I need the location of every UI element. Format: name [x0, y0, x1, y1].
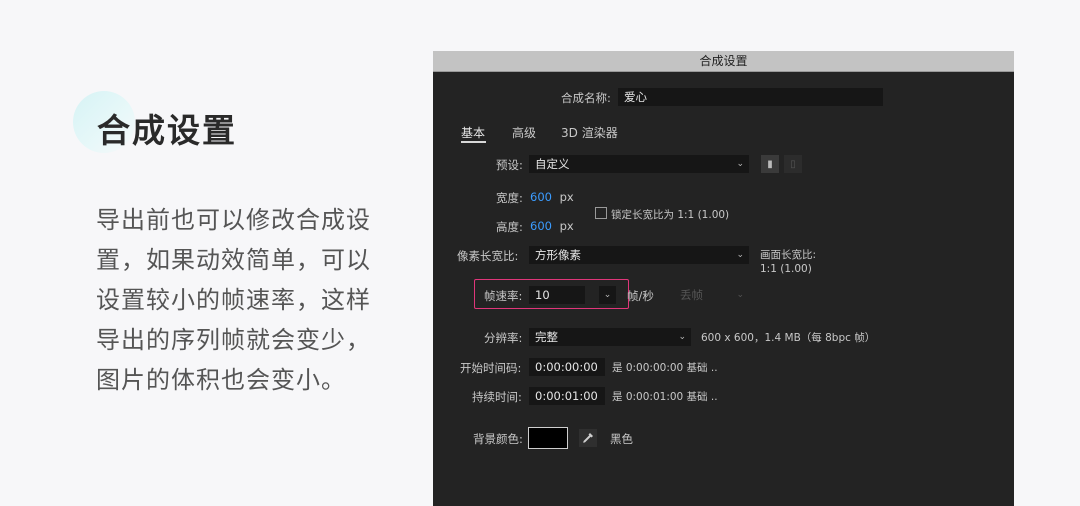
comp-name-input[interactable]: 爱心 — [618, 88, 883, 106]
height-unit: px — [559, 219, 574, 233]
lock-aspect-label: 锁定长宽比为 1:1 (1.00) — [611, 209, 730, 221]
dialog-title: 合成设置 — [433, 51, 1014, 72]
lock-aspect-checkbox[interactable] — [595, 207, 607, 219]
start-timecode-label: 开始时间码: — [460, 361, 522, 375]
duration-input[interactable]: 0:00:01:00 — [529, 387, 605, 405]
preset-label: 预设: — [496, 158, 523, 172]
bg-color-swatch[interactable] — [528, 427, 568, 449]
bg-color-name: 黑色 — [610, 432, 633, 446]
resolution-label: 分辨率: — [484, 331, 523, 345]
preset-select[interactable]: 自定义 ⌄ — [529, 155, 749, 173]
eyedropper-icon[interactable] — [579, 429, 597, 447]
chevron-down-icon: ⌄ — [736, 250, 744, 260]
composition-settings-dialog: 合成设置 合成名称: 爱心 基本 高级 3D 渲染器 预设: 自定义 ⌄ ▮ ▯… — [433, 51, 1014, 506]
chevron-down-icon: ⌄ — [678, 332, 686, 342]
height-value-group[interactable]: 600 px — [530, 219, 574, 233]
duration-label: 持续时间: — [472, 390, 522, 404]
active-tab-indicator — [461, 141, 486, 143]
width-value[interactable]: 600 — [530, 190, 552, 204]
frame-aspect-label: 画面长宽比: — [760, 249, 817, 261]
page-description: 导出前也可以修改合成设置，如果动效简单，可以设置较小的帧速率，这样导出的序列帧就… — [96, 206, 371, 394]
frame-aspect-value: 1:1 (1.00) — [760, 263, 812, 275]
frame-rate-unit: 帧/秒 — [627, 289, 654, 303]
chevron-down-icon: ⌄ — [736, 159, 744, 169]
pixel-aspect-select[interactable]: 方形像素 ⌄ — [529, 246, 749, 264]
page-title: 合成设置 — [97, 111, 237, 150]
drop-frame-select[interactable]: 丢帧 ⌄ — [674, 286, 749, 304]
chevron-down-icon: ⌄ — [736, 290, 744, 300]
resolution-info: 600 x 600，1.4 MB（每 8bpc 帧） — [701, 332, 876, 344]
pixel-aspect-label: 像素长宽比: — [457, 249, 519, 263]
start-timecode-info: 是 0:00:00:00 基础 .. — [612, 362, 718, 374]
pixel-aspect-value: 方形像素 — [535, 248, 581, 262]
width-label: 宽度: — [496, 191, 523, 205]
frame-rate-dropdown[interactable]: ⌄ — [599, 286, 616, 304]
preset-value: 自定义 — [535, 157, 570, 171]
height-label: 高度: — [496, 220, 523, 234]
duration-info: 是 0:00:01:00 基础 .. — [612, 391, 718, 403]
tab-advanced[interactable]: 高级 — [512, 124, 536, 141]
width-unit: px — [559, 190, 574, 204]
chevron-down-icon: ⌄ — [603, 290, 612, 300]
save-preset-icon[interactable]: ▮ — [761, 155, 779, 173]
bg-color-label: 背景颜色: — [473, 432, 523, 446]
resolution-select[interactable]: 完整 ⌄ — [529, 328, 691, 346]
frame-rate-input[interactable]: 10 — [529, 286, 585, 304]
frame-rate-label: 帧速率: — [484, 289, 523, 303]
drop-frame-value: 丢帧 — [680, 288, 703, 302]
width-value-group[interactable]: 600 px — [530, 190, 574, 204]
start-timecode-input[interactable]: 0:00:00:00 — [529, 358, 605, 376]
resolution-value: 完整 — [535, 330, 558, 344]
height-value[interactable]: 600 — [530, 219, 552, 233]
comp-name-label: 合成名称: — [561, 91, 611, 105]
tab-3d-renderer[interactable]: 3D 渲染器 — [561, 124, 618, 141]
tab-basic[interactable]: 基本 — [461, 124, 485, 141]
delete-preset-icon[interactable]: ▯ — [784, 155, 802, 173]
